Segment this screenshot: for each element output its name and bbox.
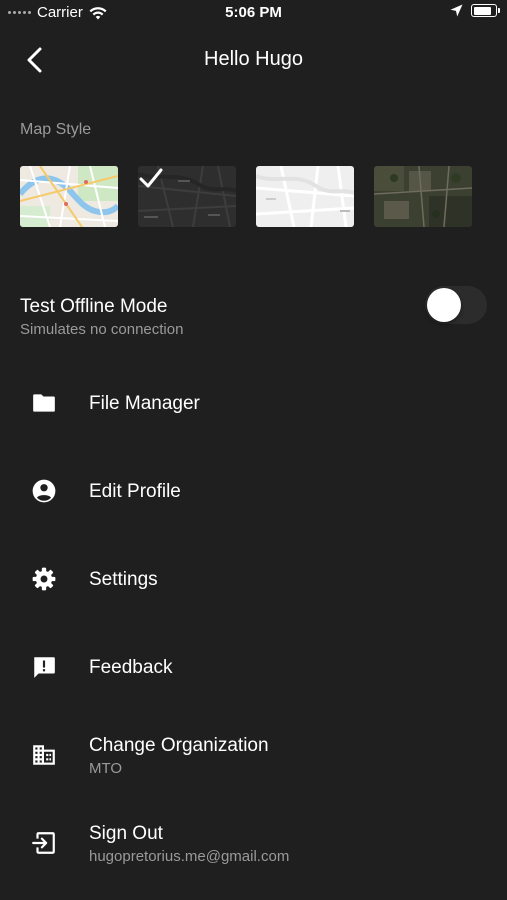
battery-icon xyxy=(471,4,500,17)
gear-icon xyxy=(32,567,56,591)
menu-item-edit-profile[interactable]: Edit Profile xyxy=(0,461,507,521)
battery-fill xyxy=(473,6,492,15)
streets-map-preview xyxy=(20,166,118,227)
light-map-preview xyxy=(256,166,354,227)
sign-out-icon xyxy=(32,832,55,854)
building-icon xyxy=(33,745,55,765)
account-circle-icon xyxy=(32,479,56,503)
menu-item-label: File Manager xyxy=(89,393,200,414)
menu-item-label: Edit Profile xyxy=(89,481,181,502)
offline-mode-row: Test Offline Mode Simulates no connectio… xyxy=(20,286,487,344)
menu-item-feedback[interactable]: Feedback xyxy=(0,637,507,697)
page-title: Hello Hugo xyxy=(204,48,303,70)
menu-item-label: Sign Out xyxy=(89,823,163,844)
map-style-streets[interactable] xyxy=(20,166,118,227)
menu-item-label: Settings xyxy=(89,569,158,590)
offline-mode-toggle[interactable] xyxy=(425,286,487,324)
menu-item-change-organization[interactable]: Change Organization MTO xyxy=(0,725,507,785)
toggle-knob xyxy=(427,288,461,322)
offline-mode-title: Test Offline Mode xyxy=(20,296,168,317)
status-bar: Carrier 5:06 PM xyxy=(0,0,507,26)
map-style-picker xyxy=(20,166,472,227)
navigation-header: Hello Hugo xyxy=(0,38,507,82)
map-style-label: Map Style xyxy=(20,121,92,138)
menu-item-label: Change Organization xyxy=(89,735,269,756)
menu-item-sign-out[interactable]: Sign Out hugopretorius.me@gmail.com xyxy=(0,813,507,873)
menu-item-subtitle: MTO xyxy=(89,760,123,777)
map-style-satellite[interactable] xyxy=(374,166,472,227)
status-time: 5:06 PM xyxy=(225,4,282,21)
location-arrow-icon xyxy=(450,4,463,17)
folder-icon xyxy=(33,394,55,412)
menu-item-label: Feedback xyxy=(89,657,173,678)
menu-item-settings[interactable]: Settings xyxy=(0,549,507,609)
satellite-map-preview xyxy=(374,166,472,227)
checkmark-icon xyxy=(139,168,163,188)
offline-mode-subtitle: Simulates no connection xyxy=(20,321,184,338)
map-style-dark[interactable] xyxy=(138,166,236,227)
map-style-light[interactable] xyxy=(256,166,354,227)
menu-item-file-manager[interactable]: File Manager xyxy=(0,373,507,433)
feedback-icon xyxy=(34,657,55,678)
status-right xyxy=(450,4,500,17)
menu-item-subtitle: hugopretorius.me@gmail.com xyxy=(89,848,290,865)
